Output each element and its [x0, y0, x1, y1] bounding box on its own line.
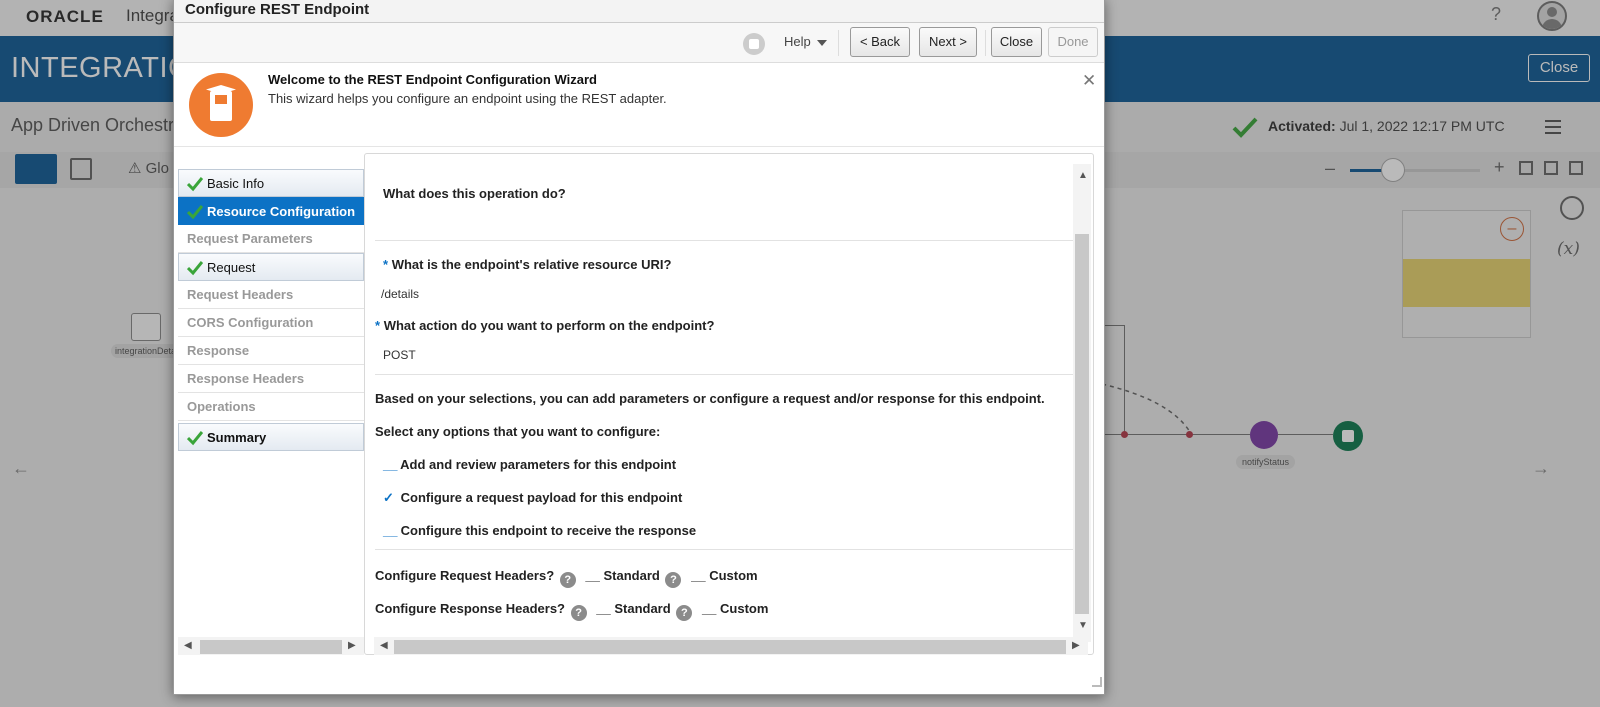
response-headers-standard-checkbox[interactable]: __ Standard [596, 601, 670, 616]
nav-step-request[interactable]: Request [178, 253, 364, 281]
response-headers-custom-checkbox[interactable]: __ Custom [702, 601, 768, 616]
nav-step-resource-configuration[interactable]: Resource Configuration [178, 197, 364, 225]
resource-configuration-panel: What does this operation do? * What is t… [364, 153, 1094, 655]
configure-rest-endpoint-dialog: Configure REST Endpoint Help < Back Next… [173, 0, 1105, 695]
nav-step-response-headers[interactable]: Response Headers [178, 365, 364, 393]
wizard-icon [743, 33, 765, 55]
nav-step-request-headers[interactable]: Request Headers [178, 281, 364, 309]
welcome-banner: Welcome to the REST Endpoint Configurati… [174, 63, 1104, 147]
nav-step-operations[interactable]: Operations [178, 393, 364, 421]
welcome-title: Welcome to the REST Endpoint Configurati… [268, 72, 597, 87]
wizard-graduation-icon [189, 73, 253, 137]
panel-vertical-scrollbar[interactable]: ▲ ▼ [1073, 164, 1091, 642]
wizard-steps-nav: Basic Info Resource Configuration Reques… [178, 167, 364, 647]
request-headers-custom-checkbox[interactable]: __ Custom [691, 568, 757, 583]
receive-response-checkbox[interactable]: __ Configure this endpoint to receive th… [383, 523, 696, 538]
nav-step-label: Request Parameters [187, 231, 313, 246]
help-icon[interactable]: ? [559, 572, 576, 588]
nav-step-response[interactable]: Response [178, 337, 364, 365]
nav-step-label: Response [187, 343, 250, 358]
operation-question: What does this operation do? [383, 186, 566, 201]
divider [375, 240, 1073, 241]
close-icon[interactable]: ✕ [1082, 71, 1096, 91]
scroll-right-arrow-icon[interactable]: ▶ [348, 640, 356, 651]
scroll-left-arrow-icon[interactable]: ◀ [184, 640, 192, 651]
uri-question: * What is the endpoint's relative resour… [383, 257, 672, 272]
response-headers-row: Configure Response Headers? ? __ Standar… [375, 601, 769, 621]
nav-step-label: Operations [187, 399, 256, 414]
scroll-down-arrow-icon[interactable]: ▼ [1078, 620, 1088, 631]
check-icon [187, 177, 203, 192]
scrollbar-thumb[interactable] [394, 640, 1066, 654]
nav-step-cors-configuration[interactable]: CORS Configuration [178, 309, 364, 337]
nav-step-label: Request Headers [187, 287, 294, 302]
check-icon [187, 431, 203, 446]
scrollbar-thumb[interactable] [1075, 234, 1089, 614]
uri-value[interactable]: /details [381, 287, 419, 301]
nav-step-label: Request [207, 260, 256, 275]
chevron-down-icon [816, 39, 827, 46]
scroll-up-arrow-icon[interactable]: ▲ [1078, 170, 1088, 181]
nav-step-label: Response Headers [187, 371, 305, 386]
scrollbar-thumb[interactable] [200, 640, 342, 654]
toolbar-divider [838, 30, 839, 56]
wizard-toolbar: Help < Back Next > Close Done [174, 23, 1104, 63]
toolbar-divider [985, 30, 986, 56]
back-button[interactable]: < Back [850, 27, 910, 57]
help-icon[interactable]: ? [676, 605, 693, 621]
action-value[interactable]: POST [383, 348, 416, 362]
scroll-right-arrow-icon[interactable]: ▶ [1072, 640, 1080, 651]
nav-step-label: Resource Configuration [207, 204, 356, 219]
nav-step-basic-info[interactable]: Basic Info [178, 169, 364, 197]
nav-step-label: Basic Info [207, 176, 265, 191]
dialog-title: Configure REST Endpoint [174, 0, 1104, 23]
check-icon [187, 261, 203, 276]
request-headers-row: Configure Request Headers? ? __ Standard… [375, 568, 758, 588]
done-button[interactable]: Done [1048, 27, 1098, 57]
action-question: * What action do you want to perform on … [375, 318, 715, 333]
help-icon[interactable]: ? [665, 572, 682, 588]
check-icon [187, 205, 203, 220]
select-options-prompt: Select any options that you want to conf… [375, 424, 661, 439]
nav-step-label: CORS Configuration [187, 315, 314, 330]
panel-horizontal-scrollbar[interactable]: ◀ ▶ [374, 637, 1088, 655]
close-button[interactable]: Close [991, 27, 1042, 57]
nav-step-request-parameters[interactable]: Request Parameters [178, 225, 364, 253]
add-parameters-checkbox[interactable]: __ Add and review parameters for this en… [383, 457, 676, 472]
resize-handle[interactable] [1092, 677, 1102, 687]
help-menu[interactable]: Help [784, 34, 827, 49]
welcome-text: This wizard helps you configure an endpo… [268, 91, 667, 106]
nav-horizontal-scrollbar[interactable]: ◀ ▶ [178, 637, 364, 655]
help-icon[interactable]: ? [570, 605, 587, 621]
nav-step-label: Summary [207, 430, 267, 445]
divider [375, 374, 1073, 375]
scroll-left-arrow-icon[interactable]: ◀ [380, 640, 388, 651]
next-button[interactable]: Next > [919, 27, 977, 57]
divider [375, 549, 1073, 550]
selection-info: Based on your selections, you can add pa… [375, 391, 1045, 406]
nav-step-summary[interactable]: Summary [178, 423, 364, 451]
request-payload-checkbox[interactable]: ✓ Configure a request payload for this e… [383, 490, 682, 506]
request-headers-standard-checkbox[interactable]: __ Standard [585, 568, 659, 583]
